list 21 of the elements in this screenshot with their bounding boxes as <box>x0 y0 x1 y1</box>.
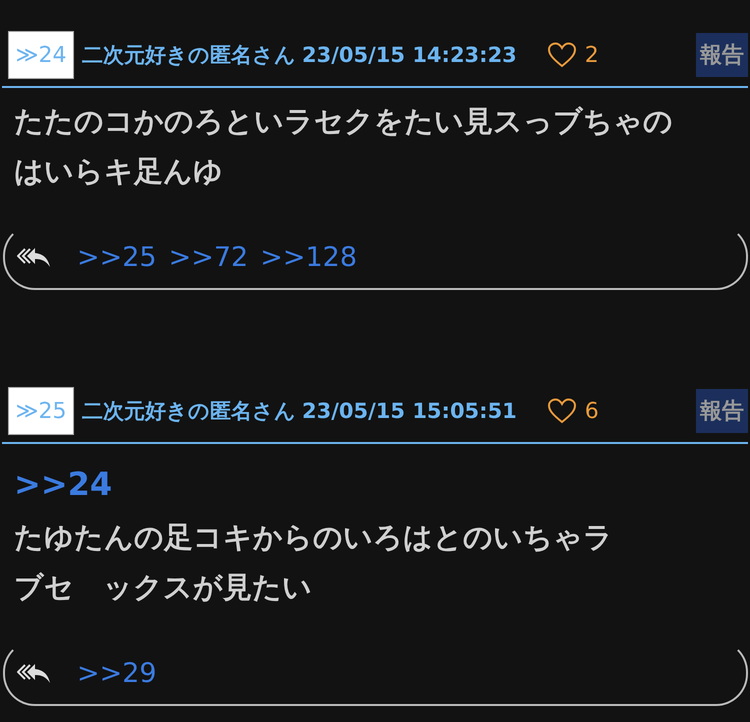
like-count: 2 <box>584 42 599 68</box>
post-text-line: たたのコかのろといラセクをたい見スっブちゃの <box>14 103 673 140</box>
heart-icon[interactable] <box>546 41 577 69</box>
heart-icon[interactable] <box>546 397 577 425</box>
anchor-link[interactable]: >>24 <box>14 464 736 504</box>
post-text-line: ブセ ックスが見たい <box>14 569 312 606</box>
like-count: 6 <box>584 398 599 424</box>
reply-link[interactable]: >>72 <box>168 242 248 272</box>
reply-link[interactable]: >>25 <box>77 242 157 272</box>
author-name: 二次元好きの匿名さん <box>82 42 296 69</box>
author-name: 二次元好きの匿名さん <box>82 398 296 425</box>
reply-link[interactable]: >>29 <box>77 658 157 688</box>
report-button[interactable]: 報告 <box>696 33 748 77</box>
post-text-line: たゆたんの足コキからのいろはとのいちゃラ <box>14 519 613 556</box>
reply-link[interactable]: >>128 <box>260 242 357 272</box>
report-button[interactable]: 報告 <box>696 389 748 433</box>
post-date: 23/05/15 15:05:51 <box>302 399 517 423</box>
reply-all-icon[interactable] <box>17 246 51 268</box>
reply-all-icon[interactable] <box>17 662 51 684</box>
post-date: 23/05/15 14:23:23 <box>302 43 517 67</box>
post-text-line: はいらキ足んゆ <box>14 153 223 190</box>
